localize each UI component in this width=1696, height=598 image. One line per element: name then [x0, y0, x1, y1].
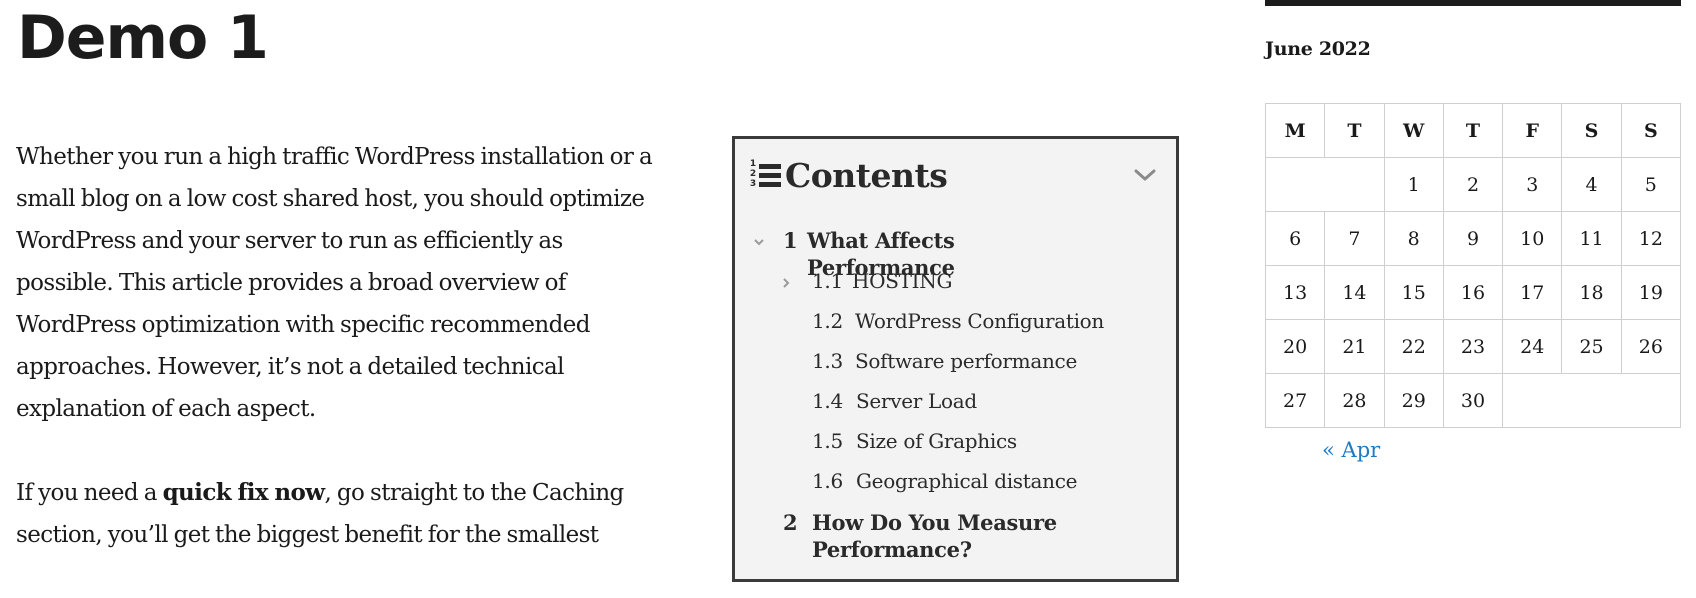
calendar-week-row: 13 14 15 16 17 18 19 [1264, 265, 1682, 320]
calendar-caption: June 2022 [1265, 38, 1371, 60]
sidebar-top-bar [1265, 0, 1681, 6]
toc-expand-toggle[interactable] [779, 276, 793, 290]
toc-header: 123 Contents [749, 153, 948, 197]
calendar-table: M T W T F S S 1 2 3 4 5 6 7 8 9 10 11 12… [1264, 103, 1682, 428]
toc-number: 1.2 [812, 309, 843, 333]
calendar-day: 15 [1383, 265, 1444, 320]
quick-fix-emphasis: quick fix now [162, 479, 326, 506]
calendar-day: 23 [1442, 319, 1504, 374]
text-line: If you need a quick fix now, go straight… [16, 472, 716, 514]
calendar-day: 5 [1620, 157, 1682, 212]
toc-collapse-toggle[interactable] [752, 235, 766, 249]
calendar-day: 26 [1620, 319, 1682, 374]
toc-link[interactable]: Server Load [856, 388, 977, 415]
toc-number: 2 [783, 510, 798, 535]
calendar-day: 12 [1620, 211, 1682, 266]
calendar-day: 3 [1502, 157, 1563, 212]
calendar-day: 28 [1324, 373, 1385, 428]
text-line: WordPress optimization with specific rec… [16, 312, 590, 338]
calendar-weekday-row: M T W T F S S [1264, 103, 1682, 158]
calendar-day: 17 [1502, 265, 1563, 320]
chevron-down-icon [1134, 169, 1156, 181]
calendar-day: 25 [1561, 319, 1622, 374]
weekday-header: W [1383, 103, 1444, 158]
calendar-day: 10 [1502, 211, 1563, 266]
calendar-day: 4 [1561, 157, 1622, 212]
toc-link[interactable]: Geographical distance [856, 468, 1077, 495]
calendar-day: 6 [1264, 211, 1326, 266]
calendar-day: 27 [1264, 373, 1326, 428]
calendar-day: 9 [1442, 211, 1504, 266]
text-line: small blog on a low cost shared host, yo… [16, 186, 645, 212]
weekday-header: T [1442, 103, 1504, 158]
calendar-prev-month-link[interactable]: « Apr [1322, 438, 1380, 462]
toc-link[interactable]: How Do You Measure Performance? [812, 509, 1092, 563]
calendar-day: 1 [1383, 157, 1444, 212]
weekday-header: S [1561, 103, 1622, 158]
quick-fix-paragraph: If you need a quick fix now, go straight… [16, 472, 716, 556]
text-fragment: If you need a [16, 480, 163, 506]
text-fragment: , go straight to the Caching [324, 480, 624, 506]
text-line: Whether you run a high traffic WordPress… [16, 144, 653, 170]
text-line: explanation of each aspect. [16, 396, 316, 422]
numbered-list-icon: 123 [749, 159, 781, 191]
calendar-day: 30 [1442, 373, 1504, 428]
calendar-day: 20 [1264, 319, 1326, 374]
article-body: Whether you run a high traffic WordPress… [16, 136, 716, 598]
toc-number: 1.6 [812, 469, 843, 493]
calendar-day: 7 [1324, 211, 1385, 266]
calendar-day: 21 [1324, 319, 1385, 374]
toc-number: 1 [783, 228, 798, 253]
toc-link[interactable]: Software performance [855, 348, 1077, 375]
text-line: WordPress and your server to run as effi… [16, 228, 563, 254]
calendar-pad-cell [1265, 157, 1385, 212]
text-line: approaches. However, it’s not a detailed… [16, 354, 565, 380]
weekday-header: F [1502, 103, 1563, 158]
toc-title: Contents [785, 155, 948, 195]
table-of-contents: 123 Contents 1 What Affects Performance … [732, 136, 1179, 582]
calendar-day: 16 [1442, 265, 1504, 320]
weekday-header: M [1264, 103, 1326, 158]
calendar-week-row: 6 7 8 9 10 11 12 [1264, 211, 1682, 266]
calendar-day: 24 [1502, 319, 1563, 374]
page-title: Demo 1 [17, 3, 269, 73]
toc-number: 1.1 [812, 269, 843, 293]
calendar-day: 18 [1561, 265, 1622, 320]
toc-link[interactable]: Size of Graphics [856, 428, 1017, 455]
intro-paragraph: Whether you run a high traffic WordPress… [16, 136, 716, 430]
chevron-down-icon [754, 239, 764, 246]
toc-number: 1.4 [812, 389, 843, 413]
calendar-pad-cell [1502, 373, 1681, 428]
calendar-day: 22 [1383, 319, 1444, 374]
calendar-week-row: 27 28 29 30 [1264, 373, 1681, 428]
calendar-day: 2 [1442, 157, 1504, 212]
calendar-week-row: 1 2 3 4 5 [1265, 157, 1682, 212]
calendar-day: 11 [1561, 211, 1622, 266]
toc-number: 1.5 [812, 429, 843, 453]
text-line: section, you’ll get the biggest benefit … [16, 522, 599, 548]
calendar-day: 13 [1264, 265, 1326, 320]
toc-link[interactable]: WordPress Configuration [855, 308, 1104, 335]
toc-number: 1.3 [812, 349, 843, 373]
calendar-day: 8 [1383, 211, 1444, 266]
calendar-day: 14 [1324, 265, 1385, 320]
text-line: possible. This article provides a broad … [16, 270, 566, 296]
calendar-day: 19 [1620, 265, 1682, 320]
weekday-header: T [1324, 103, 1385, 158]
chevron-right-icon [783, 278, 790, 288]
toc-link[interactable]: HOSTING [852, 268, 952, 295]
calendar-week-row: 20 21 22 23 24 25 26 [1264, 319, 1682, 374]
calendar-day: 29 [1383, 373, 1444, 428]
toc-toggle-button[interactable] [1132, 165, 1158, 185]
weekday-header: S [1620, 103, 1682, 158]
